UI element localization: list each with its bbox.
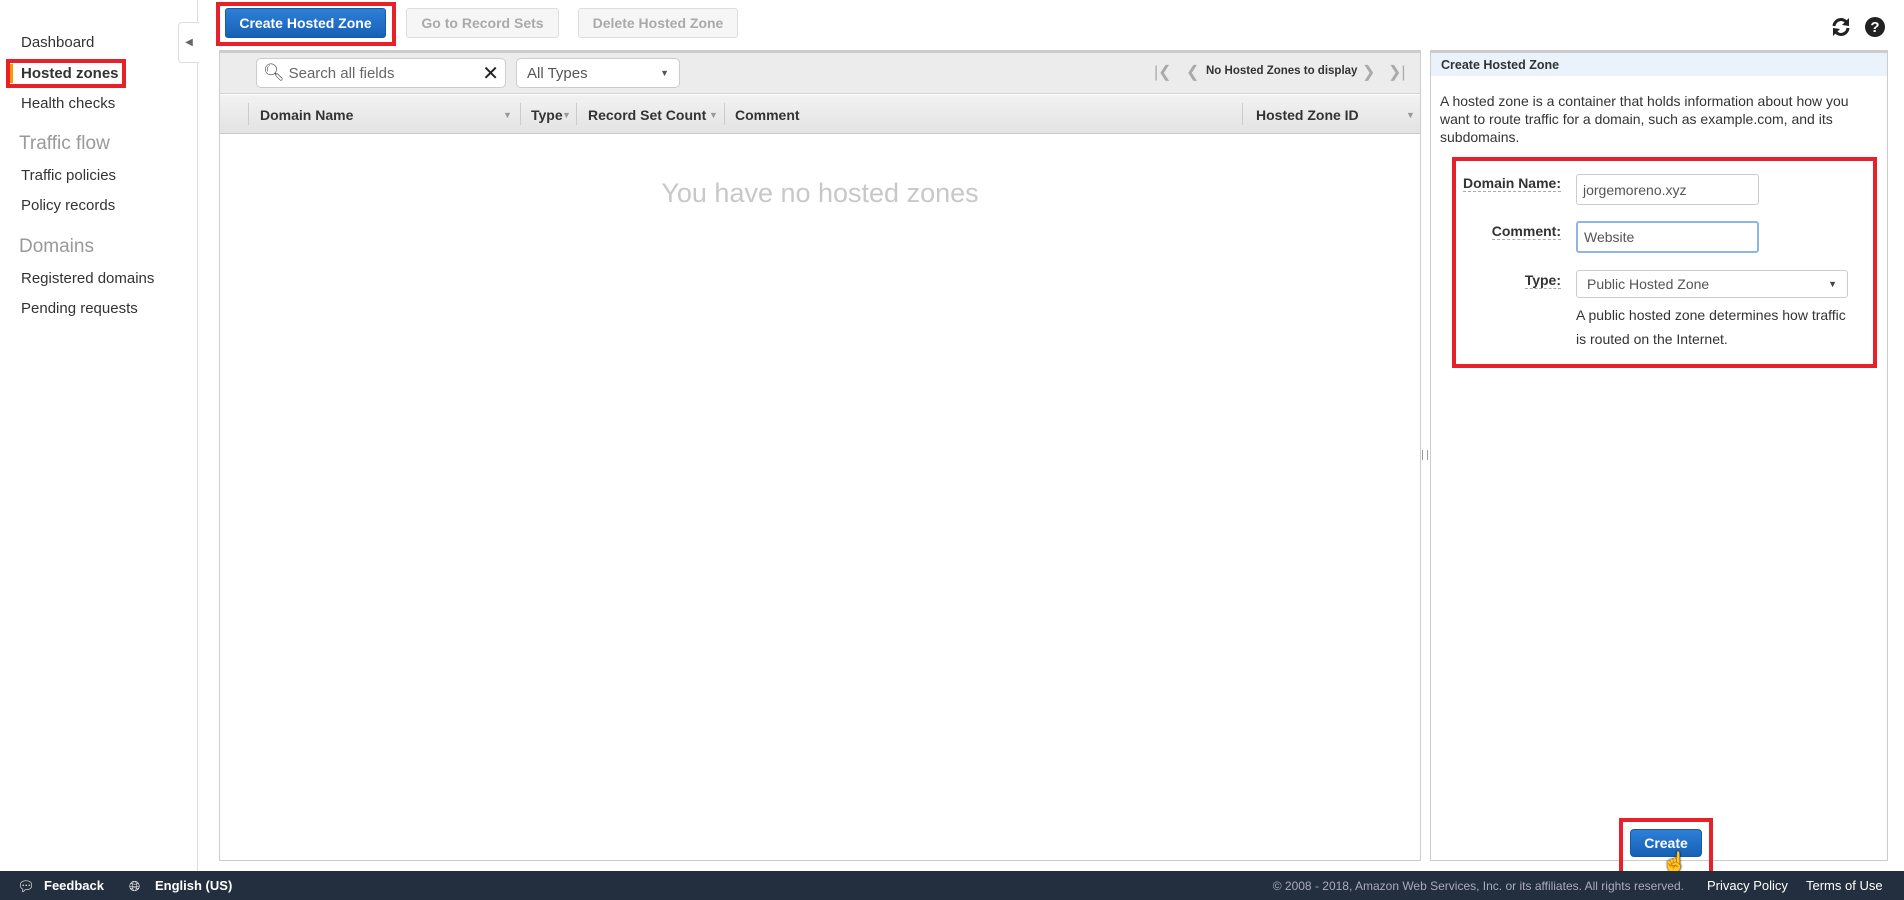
terms-of-use-link[interactable]: Terms of Use [1806, 878, 1883, 893]
active-marker [10, 64, 13, 83]
go-to-record-sets-button[interactable]: Go to Record Sets [406, 8, 559, 38]
sidebar-item-traffic-policies[interactable]: Traffic policies [21, 167, 116, 184]
clear-search-icon[interactable]: ✕ [482, 61, 499, 86]
feedback-link[interactable]: Feedback [44, 878, 104, 893]
sort-arrow-icon[interactable]: ▼ [709, 110, 718, 120]
refresh-icon[interactable] [1830, 16, 1852, 38]
create-hosted-zone-button[interactable]: Create Hosted Zone [225, 8, 386, 38]
column-divider [1242, 103, 1243, 125]
type-label: Type: [1524, 272, 1561, 289]
column-header-hosted-zone-id[interactable]: Hosted Zone ID [1256, 95, 1359, 134]
column-divider [248, 103, 249, 125]
globe-icon: 🌐︎ [129, 878, 141, 894]
footer: 💬︎ Feedback 🌐︎ English (US) © 2008 - 201… [0, 871, 1904, 900]
svg-text:?: ? [1870, 19, 1879, 36]
hosted-zones-panel [219, 50, 1421, 861]
comment-input[interactable]: Website [1576, 221, 1759, 253]
sidebar-item-dashboard[interactable]: Dashboard [21, 34, 94, 51]
domain-name-value: jorgemoreno.xyz [1583, 181, 1687, 198]
dropdown-arrow-icon: ▼ [1828, 279, 1837, 289]
column-divider [576, 103, 577, 125]
sidebar: Dashboard Hosted zones Health checks Tra… [0, 0, 198, 871]
table-header [220, 95, 1420, 134]
column-divider [724, 103, 725, 125]
type-help-text: A public hosted zone determines how traf… [1576, 307, 1846, 347]
next-page-icon[interactable]: ❯ [1362, 62, 1375, 82]
help-icon[interactable]: ? [1864, 16, 1886, 38]
sort-arrow-icon[interactable]: ▼ [1406, 110, 1415, 120]
create-button-label: Create [1644, 835, 1688, 851]
sidebar-item-health-checks[interactable]: Health checks [21, 95, 115, 112]
sidebar-item-policy-records[interactable]: Policy records [21, 197, 115, 214]
column-header-record-set-count[interactable]: Record Set Count [588, 95, 706, 134]
previous-page-icon[interactable]: ❮ [1186, 62, 1199, 82]
type-select[interactable]: Public Hosted Zone ▼ [1576, 270, 1848, 298]
search-icon: 🔍︎ [263, 63, 285, 82]
empty-state-message: You have no hosted zones [661, 178, 979, 208]
sidebar-collapse-toggle[interactable]: ◀ [178, 22, 199, 63]
create-hosted-zone-panel [1430, 50, 1888, 861]
search-placeholder: Search all fields [288, 64, 395, 82]
panel-resize-handle[interactable] [1422, 450, 1428, 460]
column-divider [520, 103, 521, 125]
delete-hosted-zone-button[interactable]: Delete Hosted Zone [578, 8, 738, 38]
dropdown-arrow-icon: ▼ [660, 68, 669, 78]
first-page-icon[interactable]: |❮ [1154, 62, 1172, 82]
type-filter-value: All Types [527, 64, 588, 82]
type-filter-select[interactable]: All Types ▼ [516, 58, 680, 88]
language-selector[interactable]: English (US) [155, 878, 232, 893]
sidebar-heading-domains: Domains [19, 236, 94, 257]
search-input[interactable]: 🔍︎ Search all fields ✕ [256, 58, 506, 88]
column-header-comment[interactable]: Comment [735, 95, 800, 134]
feedback-icon[interactable]: 💬︎ [17, 878, 35, 895]
pagination-status: No Hosted Zones to display [1206, 65, 1358, 77]
panel-header: Create Hosted Zone [1431, 53, 1887, 76]
domain-name-input[interactable]: jorgemoreno.xyz [1576, 174, 1759, 205]
type-select-value: Public Hosted Zone [1587, 276, 1710, 292]
sidebar-item-registered-domains[interactable]: Registered domains [21, 270, 154, 287]
sidebar-item-pending-requests[interactable]: Pending requests [21, 300, 138, 317]
comment-value: Website [1584, 229, 1635, 245]
panel-description: A hosted zone is a container that holds … [1440, 93, 1849, 145]
sidebar-item-hosted-zones[interactable]: Hosted zones [21, 65, 119, 82]
sort-arrow-icon[interactable]: ▼ [562, 110, 571, 120]
column-header-type[interactable]: Type [531, 95, 563, 134]
sidebar-heading-traffic-flow: Traffic flow [19, 133, 110, 154]
privacy-policy-link[interactable]: Privacy Policy [1707, 878, 1788, 893]
panel-title: Create Hosted Zone [1441, 58, 1560, 72]
column-header-domain-name[interactable]: Domain Name [260, 95, 353, 134]
caret-left-icon: ◀ [185, 37, 193, 48]
sort-arrow-icon[interactable]: ▼ [503, 110, 512, 120]
domain-name-label: Domain Name: [1462, 175, 1561, 192]
copyright: © 2008 - 2018, Amazon Web Services, Inc.… [1272, 879, 1684, 893]
last-page-icon[interactable]: ❯| [1388, 62, 1406, 82]
comment-label: Comment: [1491, 223, 1561, 240]
